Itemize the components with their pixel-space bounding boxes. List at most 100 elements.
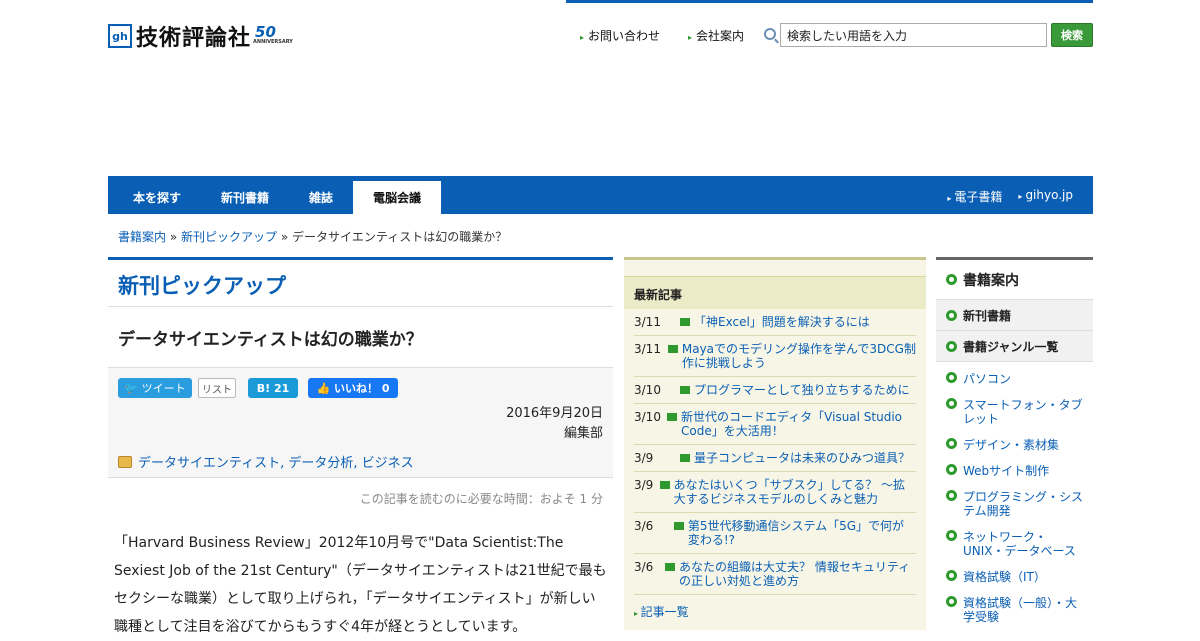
article-tags: データサイエンティスト, データ分析, ビジネス: [118, 452, 414, 471]
news-item[interactable]: 3/11 「神Excel」問題を解決するには: [634, 309, 916, 336]
article-icon: [665, 563, 676, 571]
arrow-icon: ▸: [1018, 192, 1023, 201]
circle-arrow-icon: [946, 570, 957, 581]
nav-dennou-kaigi[interactable]: 電脳会議: [353, 181, 441, 214]
news-title[interactable]: 「神Excel」問題を解決するには: [694, 315, 870, 329]
circle-arrow-icon: [946, 372, 957, 383]
search-icon: [764, 28, 776, 40]
circle-arrow-icon: [946, 490, 957, 501]
anniversary-badge: 50 ANNIVERSARY: [253, 23, 293, 45]
nav-magazines[interactable]: 雑誌: [288, 181, 354, 214]
nav-ebooks[interactable]: ▸ 電子書籍: [947, 188, 1002, 205]
tweet-button[interactable]: 🐦 ツイート: [118, 378, 192, 398]
news-list: 3/11 「神Excel」問題を解決するには 3/11 Mayaでのモデリング操作を学…: [624, 309, 926, 595]
article-icon: [680, 454, 690, 462]
genre-link[interactable]: Webサイト制作: [946, 458, 1083, 484]
arrow-icon: ▸: [947, 194, 952, 203]
site-logo[interactable]: gh 技術評論社 50 ANNIVERSARY: [108, 22, 293, 51]
book-guide-sidebar: 書籍案内 新刊書籍 書籍ジャンル一覧 パソコン スマートフォン・タブレット デザイン…: [936, 257, 1093, 630]
genre-link[interactable]: デザイン・素材集: [946, 432, 1083, 458]
logo-mark: gh: [108, 24, 132, 48]
list-button[interactable]: リスト: [198, 378, 236, 398]
news-date: 3/6: [634, 560, 654, 574]
news-date: 3/10: [634, 383, 661, 397]
arrow-icon: ▸: [580, 33, 585, 42]
side-genre-list[interactable]: 書籍ジャンル一覧: [936, 331, 1093, 362]
news-date: 3/9: [634, 451, 654, 465]
news-date: 3/9: [634, 478, 654, 492]
article-date-block: 2016年9月20日 編集部: [506, 404, 603, 444]
main-article: 新刊ピックアップ データサイエンティストは幻の職業か？ 🐦 ツイート リスト B…: [108, 257, 613, 641]
article-icon: [680, 318, 690, 326]
article-body: 「Harvard Business Review」2012年10月号で"Data…: [114, 535, 607, 635]
nav-gihyo[interactable]: ▸ gihyo.jp: [1018, 188, 1073, 205]
tag-links[interactable]: データサイエンティスト, データ分析, ビジネス: [138, 452, 414, 471]
section-title: 新刊ピックアップ: [108, 257, 613, 307]
news-title[interactable]: 量子コンピュータは未来のひみつ道具？: [694, 451, 910, 465]
breadcrumb-current: データサイエンティストは幻の職業か？: [292, 230, 508, 244]
article-title: データサイエンティストは幻の職業か？: [108, 307, 613, 368]
like-button[interactable]: 👍 いいね！ 0: [308, 378, 398, 398]
side-new-books[interactable]: 新刊書籍: [936, 300, 1093, 331]
article-icon: [659, 481, 670, 489]
book-guide-heading: 書籍案内: [936, 257, 1093, 300]
genre-link[interactable]: ネットワーク・UNIX・データベース: [946, 524, 1083, 564]
news-item[interactable]: 3/9 量子コンピュータは未来のひみつ道具？: [634, 445, 916, 472]
breadcrumb-books[interactable]: 書籍案内: [118, 230, 166, 244]
main-nav: 本を探す 新刊書籍 雑誌 電脳会議 ▸ 電子書籍 ▸ gihyo.jp: [108, 176, 1093, 214]
news-item[interactable]: 3/9 あなたはいくつ「サブスク」してる？ ～拡大するビジネスモデルのしくみと魅力: [634, 472, 916, 513]
article-meta: 🐦 ツイート リスト B! 21 👍 いいね！ 0 2016年9月20日 編集部…: [108, 368, 613, 478]
logo-text: 技術評論社: [136, 26, 252, 51]
genre-link[interactable]: 資格試験（IT）: [946, 564, 1083, 590]
latest-articles-heading: 最新記事: [624, 276, 926, 309]
genre-link[interactable]: プログラミング・システム開発: [946, 484, 1083, 524]
news-item[interactable]: 3/10 新世代のコードエディタ「Visual Studio Code」を大活用！: [634, 404, 916, 445]
article-icon: [673, 522, 684, 530]
news-date: 3/11: [634, 315, 661, 329]
header-links: ▸ お問い合わせ ▸ 会社案内: [580, 27, 744, 44]
hatena-button[interactable]: B! 21: [248, 378, 298, 398]
nav-new-books[interactable]: 新刊書籍: [206, 181, 284, 214]
breadcrumb-new-pickup[interactable]: 新刊ピックアップ: [181, 230, 277, 244]
news-date: 3/10: [634, 410, 661, 424]
article-icon: [667, 345, 678, 353]
tag-icon: [118, 455, 132, 468]
article-date: 2016年9月20日: [506, 406, 603, 421]
news-item[interactable]: 3/6 あなたの組織は大丈夫？ 情報セキュリティの正しい対処と進め方: [634, 554, 916, 595]
news-date: 3/11: [634, 342, 661, 356]
article-icon: [667, 413, 677, 421]
article-icon: [680, 386, 690, 394]
latest-articles: 最新記事 3/11 「神Excel」問題を解決するには 3/11 Mayaでのモデリン…: [624, 257, 926, 630]
circle-arrow-icon: [946, 309, 957, 321]
search-input[interactable]: [780, 23, 1047, 47]
arrow-icon: ▸: [688, 33, 693, 42]
share-buttons: 🐦 ツイート リスト B! 21 👍 いいね！ 0: [118, 378, 398, 398]
circle-arrow-icon: [946, 530, 957, 541]
news-title[interactable]: あなたはいくつ「サブスク」してる？ ～拡大するビジネスモデルのしくみと魅力: [674, 478, 916, 506]
breadcrumb: 書籍案内 » 新刊ピックアップ » データサイエンティストは幻の職業か？: [118, 230, 508, 244]
circle-arrow-icon: [946, 464, 957, 475]
news-item[interactable]: 3/11 Mayaでのモデリング操作を学んで3DCG制作に挑戦しよう: [634, 336, 916, 377]
all-articles-link[interactable]: ▸ 記事一覧: [624, 595, 926, 628]
news-item[interactable]: 3/10 プログラマーとして独り立ちするために: [634, 377, 916, 404]
nav-find-books[interactable]: 本を探す: [118, 181, 196, 214]
top-accent-bar: [566, 0, 1093, 3]
company-link[interactable]: ▸ 会社案内: [688, 27, 744, 44]
circle-arrow-icon: [946, 340, 957, 352]
search-button[interactable]: 検索: [1051, 23, 1093, 47]
news-title[interactable]: 新世代のコードエディタ「Visual Studio Code」を大活用！: [681, 410, 916, 438]
circle-arrow-icon: [946, 438, 957, 449]
news-title[interactable]: あなたの組織は大丈夫？ 情報セキュリティの正しい対処と進め方: [679, 560, 916, 588]
news-title[interactable]: Mayaでのモデリング操作を学んで3DCG制作に挑戦しよう: [682, 342, 916, 370]
circle-arrow-icon: [946, 274, 957, 285]
news-title[interactable]: 第5世代移動通信システム「5G」で何が変わる!?: [688, 519, 916, 547]
news-date: 3/6: [634, 519, 654, 533]
news-item[interactable]: 3/6 第5世代移動通信システム「5G」で何が変わる!?: [634, 513, 916, 554]
genre-link[interactable]: スマートフォン・タブレット: [946, 392, 1083, 432]
genre-link[interactable]: パソコン: [946, 366, 1083, 392]
circle-arrow-icon: [946, 596, 957, 607]
read-time: この記事を読むのに必要な時間：およそ 1 分: [359, 492, 603, 506]
genre-link[interactable]: 資格試験（一般）・大学受験: [946, 590, 1083, 630]
contact-link[interactable]: ▸ お問い合わせ: [580, 27, 660, 44]
news-title[interactable]: プログラマーとして独り立ちするために: [694, 383, 910, 397]
